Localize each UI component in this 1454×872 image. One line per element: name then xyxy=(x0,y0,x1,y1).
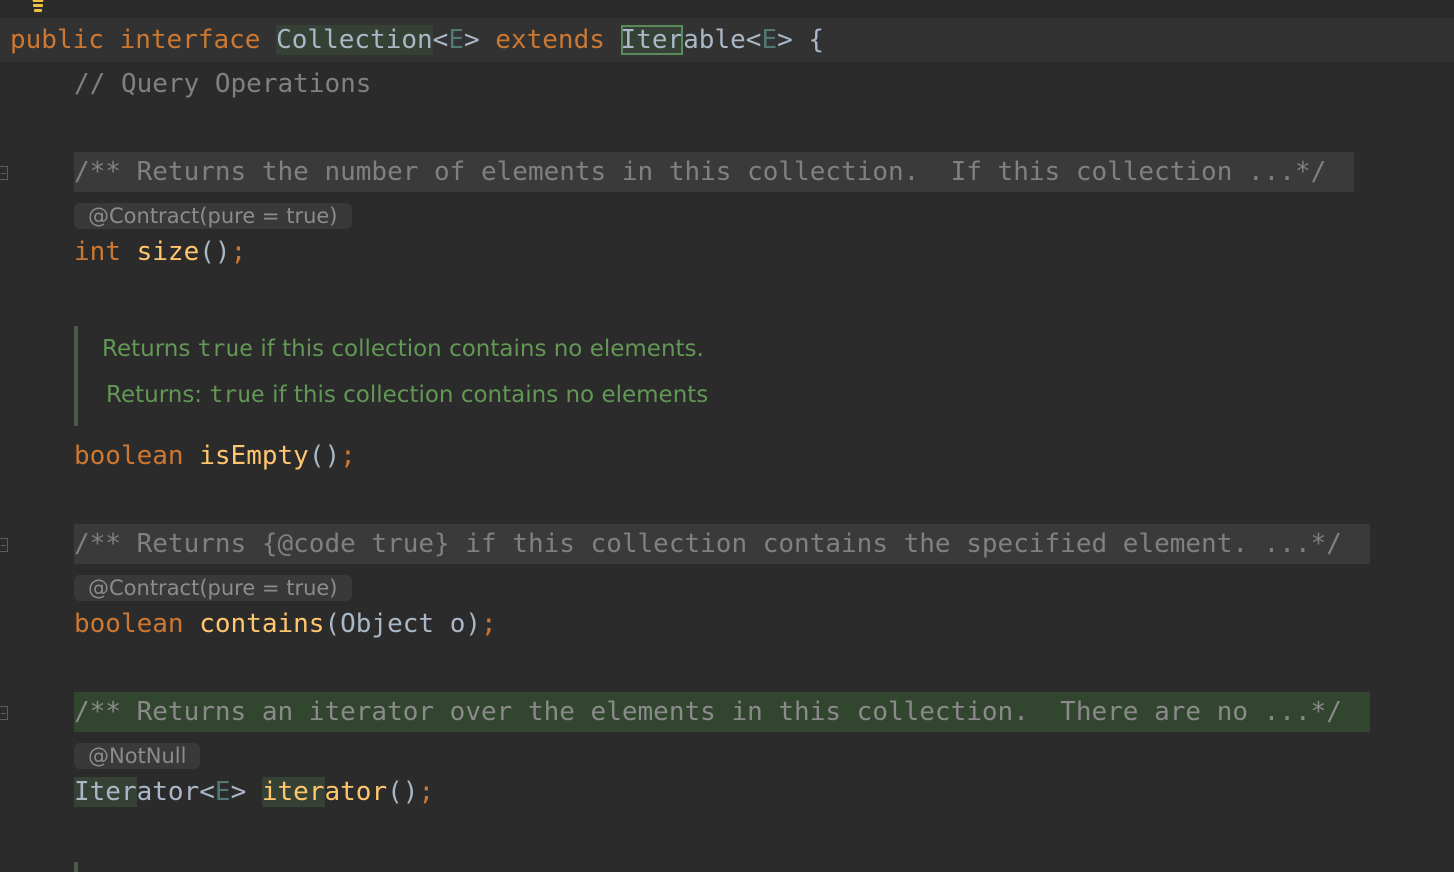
doc-text: if this collection contains no elements xyxy=(264,382,709,408)
fold-marker-icon[interactable] xyxy=(0,166,8,180)
paren-close: ) xyxy=(465,609,482,639)
parens: () xyxy=(387,777,419,807)
param-name: o xyxy=(434,609,466,639)
iterator-method-match-highlight[interactable]: iter xyxy=(261,777,325,807)
fold-marker-icon[interactable] xyxy=(0,706,8,720)
isEmpty-method-line[interactable]: boolean isEmpty(); xyxy=(74,434,356,478)
paren-open: ( xyxy=(324,609,341,639)
semicolon: ; xyxy=(230,237,247,267)
iterable-match-highlight[interactable]: Iter xyxy=(620,25,684,55)
folded-doc-comment-iterator[interactable]: /** Returns an iterator over the element… xyxy=(74,692,1370,732)
type-parameter: E xyxy=(448,25,464,55)
fold-marker-icon[interactable] xyxy=(0,538,8,552)
iterator-type-match-highlight[interactable]: Iter xyxy=(74,777,137,807)
semicolon: ; xyxy=(340,441,356,471)
type-parameter: E xyxy=(761,25,778,55)
doc-guide-line xyxy=(74,862,78,872)
angle-open: < xyxy=(432,25,449,55)
interface-declaration-line[interactable]: public interface Collection<E> extends I… xyxy=(10,18,824,62)
angle-open: < xyxy=(745,25,762,55)
parens: () xyxy=(199,237,231,267)
query-operations-comment: // Query Operations xyxy=(74,69,372,99)
method-name-isEmpty[interactable]: isEmpty xyxy=(199,441,309,471)
doc-code: true xyxy=(197,336,254,362)
semicolon: ; xyxy=(418,777,435,807)
interface-name[interactable]: Collection xyxy=(276,25,433,55)
size-method-line[interactable]: int size(); xyxy=(74,230,246,274)
notnull-inlay-hint[interactable]: @NotNull xyxy=(74,743,201,769)
contract-inlay-hint[interactable]: @Contract(pure = true) xyxy=(74,575,352,601)
code-editor[interactable]: public interface Collection<E> extends I… xyxy=(0,0,1454,872)
angle-close: > xyxy=(230,777,247,807)
iterable-name-rest[interactable]: able xyxy=(683,25,746,55)
keyword-boolean: boolean xyxy=(74,441,184,471)
method-name-contains[interactable]: contains xyxy=(199,609,324,639)
folded-doc-comment-contains[interactable]: /** Returns {@code true} if this collect… xyxy=(74,524,1370,564)
semicolon: ; xyxy=(481,609,497,639)
method-name-size[interactable]: size xyxy=(137,237,200,267)
javadoc-description: Returns true if this collection contains… xyxy=(102,336,704,362)
iterator-method-line[interactable]: Iterator<E> iterator(); xyxy=(74,770,434,814)
contract-inlay-hint[interactable]: @Contract(pure = true) xyxy=(74,203,352,229)
iterator-type-rest[interactable]: ator xyxy=(137,777,200,807)
editor-gutter[interactable] xyxy=(0,0,10,872)
parens: () xyxy=(308,441,341,471)
keyword-public: public xyxy=(10,25,104,55)
doc-returns-label: Returns: xyxy=(106,382,210,408)
angle-close: > xyxy=(463,25,480,55)
open-brace: { xyxy=(808,25,825,55)
type-parameter: E xyxy=(214,777,231,807)
rendered-javadoc-isEmpty[interactable]: Returns true if this collection contains… xyxy=(74,326,978,426)
javadoc-returns: Returns: true if this collection contain… xyxy=(106,382,708,408)
keyword-extends: extends xyxy=(495,25,605,55)
folded-doc-comment-size[interactable]: /** Returns the number of elements in th… xyxy=(74,152,1354,192)
param-type-object[interactable]: Object xyxy=(340,609,434,639)
doc-text: if this collection contains no elements. xyxy=(253,336,704,362)
angle-close: > xyxy=(777,25,793,55)
keyword-int: int xyxy=(74,237,121,267)
doc-text: Returns xyxy=(102,336,198,362)
angle-open: < xyxy=(199,777,215,807)
contains-method-line[interactable]: boolean contains(Object o); xyxy=(74,602,497,646)
iterator-method-rest[interactable]: ator xyxy=(325,777,388,807)
keyword-boolean: boolean xyxy=(74,609,184,639)
doc-code: true xyxy=(209,382,265,408)
lightbulb-icon[interactable] xyxy=(28,0,48,16)
keyword-interface: interface xyxy=(119,25,261,55)
